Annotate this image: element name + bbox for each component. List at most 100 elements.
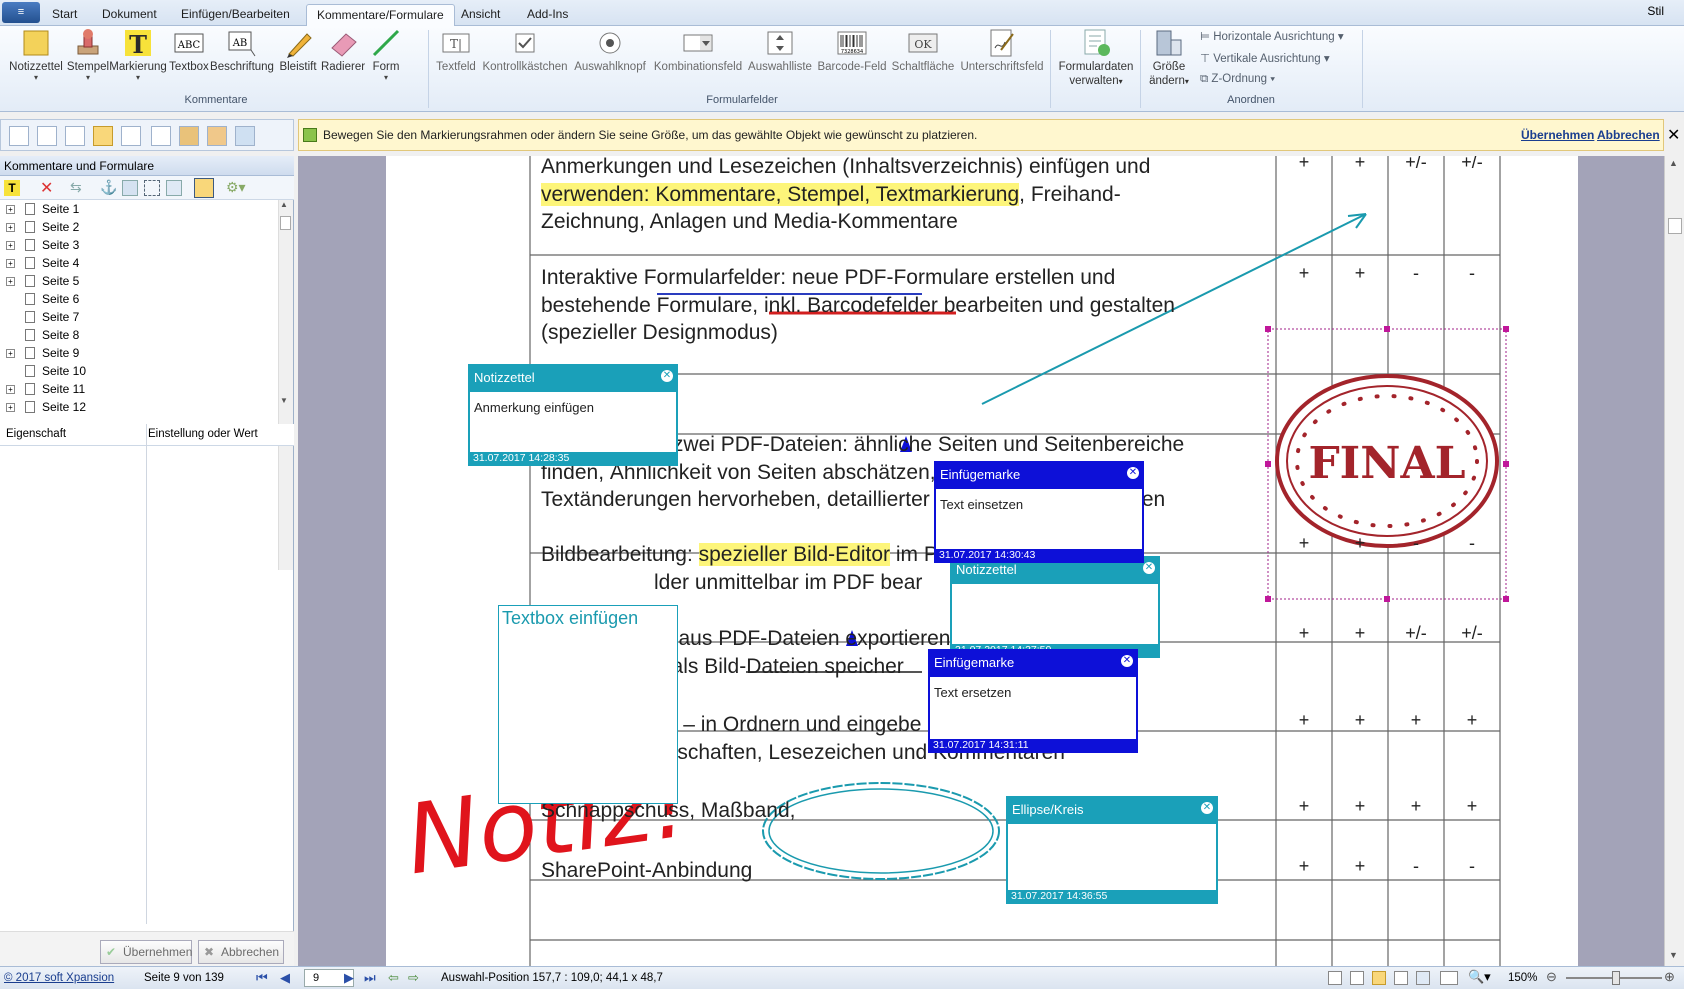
info-close-icon[interactable]: ✕ bbox=[1667, 125, 1680, 145]
z-order-button[interactable]: ⧉ Z-Ordnung ▾ bbox=[1200, 73, 1275, 86]
expand-icon[interactable]: + bbox=[6, 349, 15, 358]
document-view[interactable]: FINAL Notiz! Anmerkungen und Lesezeichen… bbox=[298, 156, 1664, 966]
sticky-note-popup-2[interactable]: Notizzettel ✕ 31.07.2017 14:37:50 bbox=[950, 556, 1160, 658]
settings-gear-icon[interactable]: ⚙▾ bbox=[226, 179, 246, 196]
tree-scroll-thumb[interactable] bbox=[280, 216, 291, 230]
shape-button[interactable]: Form ▾ bbox=[368, 28, 404, 82]
combobox-button[interactable]: Kombinationsfeld bbox=[651, 28, 745, 74]
panel-accept-button[interactable]: ✔ Übernehmen bbox=[100, 940, 192, 964]
expand-icon[interactable]: + bbox=[6, 259, 15, 268]
tab-add-ins[interactable]: Add-Ins bbox=[517, 4, 578, 26]
tree-item-page[interactable]: Seite 10 bbox=[0, 362, 280, 380]
note-title[interactable]: Notizzettel bbox=[470, 366, 676, 392]
attachment-icon[interactable] bbox=[179, 126, 199, 146]
comments-panel-icon[interactable] bbox=[93, 126, 113, 146]
tree-item-page[interactable]: + Seite 5 bbox=[0, 272, 280, 290]
continuous-page-icon[interactable] bbox=[1372, 971, 1386, 985]
tree-item-page[interactable]: + Seite 4 bbox=[0, 254, 280, 272]
resize-button[interactable]: Größe ändern▾ bbox=[1144, 28, 1194, 89]
fullscreen-icon[interactable] bbox=[1416, 971, 1430, 985]
textfield-button[interactable]: T| Textfeld bbox=[434, 28, 478, 74]
font-icon[interactable] bbox=[207, 126, 227, 146]
barcode-button[interactable]: 7328634 Barcode-Feld bbox=[816, 28, 888, 74]
note-body[interactable] bbox=[952, 584, 1158, 600]
scroll-down-icon[interactable]: ▼ bbox=[1669, 950, 1678, 960]
copy-icon[interactable] bbox=[151, 126, 171, 146]
expand-icon[interactable]: + bbox=[6, 223, 15, 232]
document-scroll-thumb[interactable] bbox=[1668, 218, 1682, 234]
tree-item-page[interactable]: + Seite 2 bbox=[0, 218, 280, 236]
radio-button-tool[interactable]: Auswahlknopf bbox=[571, 28, 649, 74]
tab-ansicht[interactable]: Ansicht bbox=[451, 4, 510, 26]
close-icon[interactable]: ✕ bbox=[1201, 802, 1213, 814]
outline-icon[interactable] bbox=[65, 126, 85, 146]
tree-item-page[interactable]: + Seite 3 bbox=[0, 236, 280, 254]
first-page-icon[interactable]: ⏮ bbox=[256, 970, 268, 986]
callout-button[interactable]: AB Beschriftung bbox=[210, 28, 274, 74]
copyright-link[interactable]: © 2017 soft Xpansion bbox=[4, 972, 114, 984]
info-cancel-link[interactable]: Abbrechen bbox=[1597, 128, 1660, 142]
note-body[interactable]: Anmerkung einfügen bbox=[470, 392, 676, 423]
horizontal-align-button[interactable]: ⊨ Horizontale Ausrichtung ▾ bbox=[1200, 29, 1344, 43]
highlight-button[interactable]: T Markierung ▾ bbox=[108, 28, 168, 82]
zoom-in-icon[interactable]: ⊕ bbox=[1664, 969, 1675, 985]
note-title[interactable]: Ellipse/Kreis bbox=[1008, 798, 1216, 824]
fit-width-icon[interactable] bbox=[1440, 971, 1458, 985]
tree-item-page[interactable]: + Seite 12 bbox=[0, 398, 280, 416]
scroll-down-icon[interactable]: ▼ bbox=[280, 396, 288, 405]
note-title[interactable]: Einfügemarke bbox=[930, 651, 1136, 677]
last-page-icon[interactable]: ⏭ bbox=[364, 970, 376, 986]
edit-form-icon[interactable] bbox=[166, 180, 182, 196]
listbox-button[interactable]: Auswahlliste bbox=[746, 28, 814, 74]
select-frame-icon[interactable] bbox=[144, 180, 160, 196]
sticky-note-popup[interactable]: Notizzettel ✕ Anmerkung einfügen 31.07.2… bbox=[468, 364, 678, 466]
pushbutton-button[interactable]: OK Schaltfläche bbox=[890, 28, 956, 74]
pages-icon[interactable] bbox=[37, 126, 57, 146]
sync-icon[interactable]: ⇆ bbox=[70, 179, 82, 196]
info-accept-link[interactable]: Übernehmen bbox=[1521, 128, 1594, 142]
tab-einfuegen-bearbeiten[interactable]: Einfügen/Bearbeiten bbox=[171, 4, 300, 26]
close-icon[interactable]: ✕ bbox=[1127, 467, 1139, 479]
design-mode-icon[interactable] bbox=[194, 178, 214, 198]
scroll-up-icon[interactable]: ▲ bbox=[1669, 158, 1678, 168]
tab-kommentare-formulare[interactable]: Kommentare/Formulare bbox=[306, 4, 455, 26]
tab-dokument[interactable]: Dokument bbox=[92, 4, 167, 26]
sticky-note-button[interactable]: Notizzettel ▾ bbox=[8, 28, 64, 82]
two-page-icon[interactable] bbox=[1394, 971, 1408, 985]
close-icon[interactable]: ✕ bbox=[1143, 562, 1155, 574]
expand-icon[interactable]: + bbox=[6, 205, 15, 214]
save-icon[interactable] bbox=[122, 180, 138, 196]
email-icon[interactable] bbox=[235, 126, 255, 146]
panel-cancel-button[interactable]: ✖ Abbrechen bbox=[198, 940, 284, 964]
tree-item-page[interactable]: + Seite 9 bbox=[0, 344, 280, 362]
document-vertical-scrollbar[interactable]: ▲ ▼ bbox=[1664, 156, 1684, 966]
replace-text-popup[interactable]: Einfügemarke ✕ Text ersetzen 31.07.2017 … bbox=[928, 649, 1138, 753]
page-view-icon[interactable] bbox=[9, 126, 29, 146]
back-icon[interactable]: ⇦ bbox=[388, 970, 399, 986]
anchor-icon[interactable]: ⚓ bbox=[100, 179, 117, 196]
tree-item-page[interactable]: Seite 8 bbox=[0, 326, 280, 344]
view-mode-icon[interactable] bbox=[1328, 971, 1342, 985]
signature-field-button[interactable]: Unterschriftsfeld bbox=[958, 28, 1046, 74]
tree-item-page[interactable]: + Seite 11 bbox=[0, 380, 280, 398]
zoom-slider-thumb[interactable] bbox=[1612, 971, 1620, 985]
vertical-align-button[interactable]: ⊤ Vertikale Ausrichtung ▾ bbox=[1200, 51, 1330, 65]
scroll-up-icon[interactable]: ▲ bbox=[280, 200, 288, 209]
app-menu-button[interactable]: ≡ bbox=[2, 2, 40, 23]
prev-page-icon[interactable]: ◀ bbox=[280, 970, 290, 986]
forward-icon[interactable]: ⇨ bbox=[408, 970, 419, 986]
textbox-button[interactable]: ABC Textbox bbox=[168, 28, 210, 74]
expand-icon[interactable]: + bbox=[6, 385, 15, 394]
image-icon[interactable] bbox=[121, 126, 141, 146]
stamp-button[interactable]: Stempel ▾ bbox=[66, 28, 110, 82]
expand-icon[interactable]: + bbox=[6, 241, 15, 250]
text-tool-icon[interactable]: T bbox=[4, 180, 20, 196]
form-data-manage-button[interactable]: Formulardaten verwalten▾ bbox=[1056, 28, 1136, 89]
single-page-icon[interactable] bbox=[1350, 971, 1364, 985]
note-body[interactable]: Text ersetzen bbox=[930, 677, 1136, 708]
eraser-button[interactable]: Radierer bbox=[320, 28, 366, 74]
zoom-out-icon[interactable]: ⊖ bbox=[1546, 969, 1557, 985]
tree-item-page[interactable]: + Seite 1 bbox=[0, 200, 280, 218]
pencil-button[interactable]: Bleistift bbox=[276, 28, 320, 74]
expand-icon[interactable]: + bbox=[6, 403, 15, 412]
